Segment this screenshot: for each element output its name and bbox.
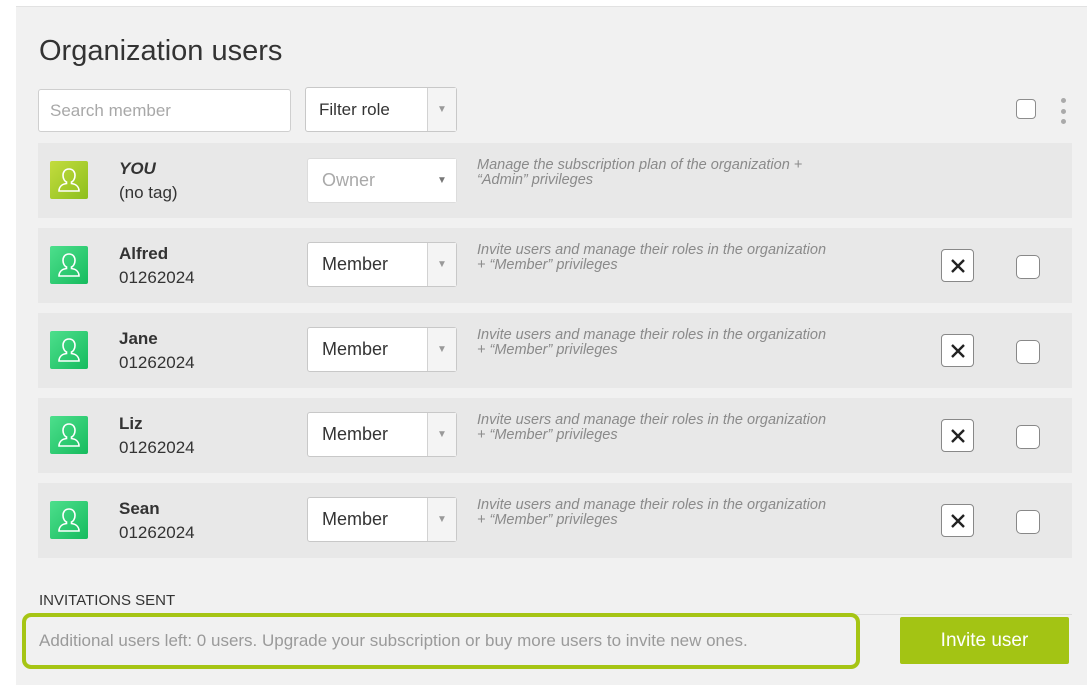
row-checkbox[interactable] [1016, 425, 1040, 449]
users-left-notice: Additional users left: 0 users. Upgrade … [22, 613, 860, 669]
close-icon [950, 258, 965, 273]
close-icon [950, 513, 965, 528]
notice-text: Additional users left: 0 users. Upgrade … [39, 631, 748, 650]
remove-user-button[interactable] [941, 504, 974, 537]
role-select[interactable]: Member ▼ [307, 497, 457, 542]
invite-user-button[interactable]: Invite user [900, 617, 1069, 664]
user-avatar-icon [50, 161, 88, 199]
role-description: Manage the subscription plan of the orga… [477, 157, 803, 188]
member-row: Liz 01262024 Member ▼ Invite users and m… [38, 398, 1072, 473]
filter-role-select[interactable]: Filter role ▼ [305, 87, 457, 132]
user-tag: 01262024 [119, 353, 195, 372]
role-value: Member [322, 424, 389, 444]
user-name: Alfred [119, 244, 169, 263]
caret-down-icon: ▼ [427, 413, 456, 456]
user-tag: 01262024 [119, 268, 195, 287]
user-name: Liz [119, 414, 143, 433]
close-icon [950, 343, 965, 358]
kebab-menu-icon[interactable] [1058, 98, 1068, 124]
user-tag: 01262024 [119, 523, 195, 542]
role-value: Member [322, 254, 389, 274]
user-name: YOU [119, 159, 156, 178]
role-description: Invite users and manage their roles in t… [477, 242, 827, 273]
caret-down-icon: ▼ [427, 498, 456, 541]
close-icon [950, 428, 965, 443]
user-tag: 01262024 [119, 438, 195, 457]
caret-down-icon: ▼ [427, 328, 456, 371]
filter-role-label: Filter role [319, 99, 390, 119]
user-avatar-icon [50, 501, 88, 539]
role-description: Invite users and manage their roles in t… [477, 497, 827, 528]
user-name: Jane [119, 329, 158, 348]
member-row: Jane 01262024 Member ▼ Invite users and … [38, 313, 1072, 388]
row-checkbox[interactable] [1016, 510, 1040, 534]
role-select[interactable]: Member ▼ [307, 412, 457, 457]
user-tag: (no tag) [119, 183, 178, 202]
caret-down-icon: ▼ [428, 159, 456, 202]
role-description: Invite users and manage their roles in t… [477, 327, 827, 358]
owner-row: YOU (no tag) Owner ▼ Manage the subscrip… [38, 143, 1072, 218]
select-all-checkbox[interactable] [1016, 99, 1036, 119]
role-select-owner: Owner ▼ [307, 158, 457, 203]
role-select[interactable]: Member ▼ [307, 242, 457, 287]
user-avatar-icon [50, 246, 88, 284]
remove-user-button[interactable] [941, 419, 974, 452]
remove-user-button[interactable] [941, 249, 974, 282]
role-description: Invite users and manage their roles in t… [477, 412, 827, 443]
search-input[interactable] [38, 89, 291, 132]
caret-down-icon: ▼ [427, 88, 456, 131]
member-row: Alfred 01262024 Member ▼ Invite users an… [38, 228, 1072, 303]
row-checkbox[interactable] [1016, 340, 1040, 364]
invitations-heading: INVITATIONS SENT [39, 592, 176, 609]
row-checkbox[interactable] [1016, 255, 1040, 279]
caret-down-icon: ▼ [427, 243, 456, 286]
user-avatar-icon [50, 416, 88, 454]
user-name: Sean [119, 499, 160, 518]
remove-user-button[interactable] [941, 334, 974, 367]
role-select[interactable]: Member ▼ [307, 327, 457, 372]
role-value: Member [322, 509, 389, 529]
member-row: Sean 01262024 Member ▼ Invite users and … [38, 483, 1072, 558]
page-title: Organization users [39, 35, 283, 67]
role-value: Owner [322, 170, 376, 190]
role-value: Member [322, 339, 389, 359]
user-avatar-icon [50, 331, 88, 369]
